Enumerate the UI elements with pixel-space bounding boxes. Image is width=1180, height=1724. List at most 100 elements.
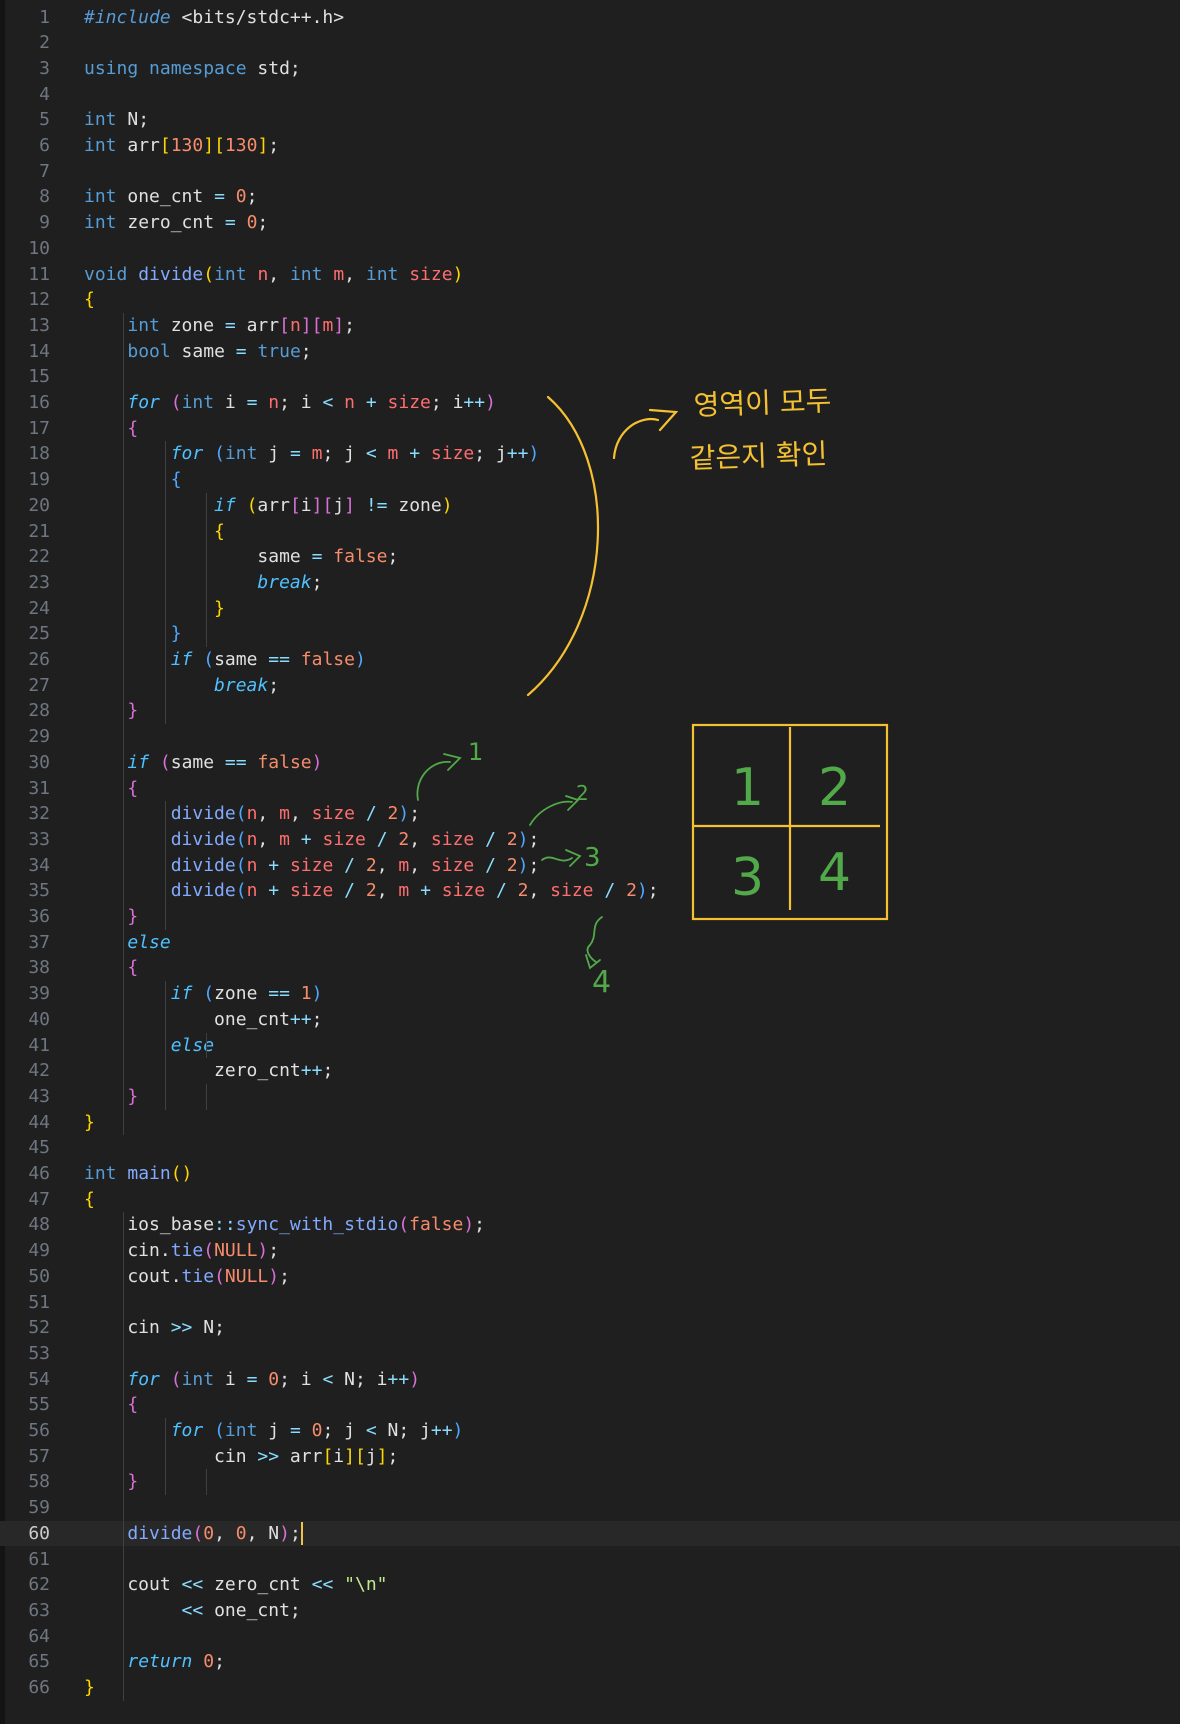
code-line[interactable]: 20 if (arr[i][j] != zone) — [0, 493, 1180, 519]
code-line[interactable]: 43 } — [0, 1084, 1180, 1110]
code-line[interactable]: 21 { — [0, 519, 1180, 545]
code-line[interactable]: 47 { — [0, 1187, 1180, 1213]
code-line[interactable]: 41 else — [0, 1033, 1180, 1059]
code-line[interactable]: 37 else — [0, 930, 1180, 956]
code-token: () — [170, 1163, 193, 1184]
code-line[interactable]: 30 if (same == false) — [0, 750, 1180, 776]
code-line[interactable]: 64 — [0, 1624, 1180, 1650]
code-line[interactable]: 22 same = false; — [0, 544, 1180, 570]
code-token: return — [127, 1651, 193, 1673]
code-line[interactable]: 39 if (zone == 1) — [0, 981, 1180, 1007]
code-line[interactable]: 17 { — [0, 416, 1180, 442]
code-line[interactable]: 26 if (same == false) — [0, 647, 1180, 673]
line-number: 3 — [39, 57, 50, 79]
code-line[interactable]: 2 — [0, 30, 1180, 56]
code-line[interactable]: 62 cout << zero_cnt << "\n" — [0, 1572, 1180, 1598]
code-line[interactable]: 32 divide(n, m, size / 2); — [0, 801, 1180, 827]
code-line[interactable]: 5 int N; — [0, 107, 1180, 133]
code-line[interactable]: 4 — [0, 82, 1180, 108]
code-line[interactable]: 25 } — [0, 621, 1180, 647]
code-line[interactable]: 34 divide(n + size / 2, m, size / 2); — [0, 853, 1180, 879]
code-line[interactable]: 50 cout.tie(NULL); — [0, 1264, 1180, 1290]
code-line[interactable]: 6 int arr[130][130]; — [0, 133, 1180, 159]
code-token: <bits/stdc++.h> — [170, 6, 345, 28]
code-line[interactable]: 54 for (int i = 0; i < N; i++) — [0, 1367, 1180, 1393]
code-line[interactable]: 59 — [0, 1495, 1180, 1521]
code-line[interactable]: 13 int zone = arr[n][m]; — [0, 313, 1180, 339]
code-line[interactable]: 66} — [0, 1675, 1180, 1701]
code-line[interactable]: 14 bool same = true; — [0, 339, 1180, 365]
code-line[interactable]: 8 int one_cnt = 0; — [0, 184, 1180, 210]
code-line[interactable]: 53 — [0, 1341, 1180, 1367]
code-line[interactable]: 33 divide(n, m + size / 2, size / 2); — [0, 827, 1180, 853]
code-line[interactable]: 9 int zero_cnt = 0; — [0, 210, 1180, 236]
line-code: int zero_cnt = 0; — [84, 210, 268, 236]
code-line[interactable]: 10 — [0, 236, 1180, 262]
code-line[interactable]: 63 << one_cnt; — [0, 1598, 1180, 1624]
code-line[interactable]: 58 } — [0, 1469, 1180, 1495]
code-line[interactable]: 15 — [0, 364, 1180, 390]
code-line[interactable]: 1 #include <bits/stdc++.h> — [0, 5, 1180, 31]
code-line[interactable]: 38 { — [0, 955, 1180, 981]
code-token: int — [181, 392, 215, 413]
code-token: ][ — [344, 1445, 366, 1467]
line-code: } — [84, 698, 138, 724]
code-line[interactable]: 18 for (int j = m; j < m + size; j++) — [0, 441, 1180, 467]
code-token: ) — [311, 751, 323, 773]
code-line[interactable]: 16 for (int i = n; i < n + size; i++) — [0, 390, 1180, 416]
code-line[interactable]: 56 for (int j = 0; j < N; j++) — [0, 1418, 1180, 1444]
code-token: { — [127, 1394, 139, 1416]
code-line[interactable]: 52 cin >> N; — [0, 1315, 1180, 1341]
code-line[interactable]: 42 zero_cnt++; — [0, 1058, 1180, 1084]
code-token: arr — [116, 135, 160, 156]
code-line[interactable]: 27 break; — [0, 673, 1180, 699]
code-line[interactable]: 12 { — [0, 287, 1180, 313]
code-line[interactable]: 55 { — [0, 1392, 1180, 1418]
code-line[interactable]: 35 divide(n + size / 2, m + size / 2, si… — [0, 878, 1180, 904]
code-line[interactable]: 61 — [0, 1547, 1180, 1573]
line-code: { — [84, 1187, 95, 1213]
code-line[interactable]: 31 { — [0, 776, 1180, 802]
code-token: for — [170, 1420, 204, 1441]
code-line[interactable]: 40 one_cnt++; — [0, 1007, 1180, 1033]
code-line[interactable]: 11 void divide(int n, int m, int size) — [0, 262, 1180, 288]
code-line[interactable]: 3 using namespace std; — [0, 56, 1180, 82]
code-line[interactable]: 44} — [0, 1110, 1180, 1136]
code-token: size — [430, 828, 475, 850]
code-token: false — [409, 1214, 464, 1236]
code-token: zone — [214, 983, 269, 1005]
code-token: 130 — [224, 135, 258, 156]
code-line[interactable]: 7 — [0, 159, 1180, 185]
code-token: using — [84, 57, 139, 79]
code-line[interactable]: 48 ios_base::sync_with_stdio(false); — [0, 1212, 1180, 1238]
line-number: 10 — [28, 237, 50, 259]
code-line[interactable]: 36 } — [0, 904, 1180, 930]
line-number: 7 — [39, 160, 50, 182]
code-token: i — [333, 1445, 345, 1467]
code-token: size — [289, 880, 334, 902]
code-line[interactable]: 24 } — [0, 596, 1180, 622]
code-line[interactable]: 57 cin >> arr[i][j]; — [0, 1444, 1180, 1470]
code-token: >> — [257, 1445, 280, 1467]
line-number: 58 — [28, 1471, 50, 1493]
code-line[interactable]: 60 divide(0, 0, N); — [0, 1520, 1180, 1547]
code-line[interactable]: 19 { — [0, 467, 1180, 493]
code-line[interactable]: 29 — [0, 724, 1180, 750]
code-line[interactable]: 65 return 0; — [0, 1649, 1180, 1675]
code-line[interactable]: 45 — [0, 1135, 1180, 1161]
code-line[interactable]: 49 cin.tie(NULL); — [0, 1238, 1180, 1264]
line-code: { — [84, 287, 95, 313]
code-line[interactable]: 23 break; — [0, 570, 1180, 596]
code-line[interactable]: 51 — [0, 1290, 1180, 1316]
code-line[interactable]: 28 } — [0, 698, 1180, 724]
code-editor[interactable]: 1 #include <bits/stdc++.h> 2 3 using namespa… — [0, 0, 1180, 1724]
line-number: 12 — [28, 289, 50, 311]
code-line[interactable]: 46 int main() — [0, 1161, 1180, 1187]
